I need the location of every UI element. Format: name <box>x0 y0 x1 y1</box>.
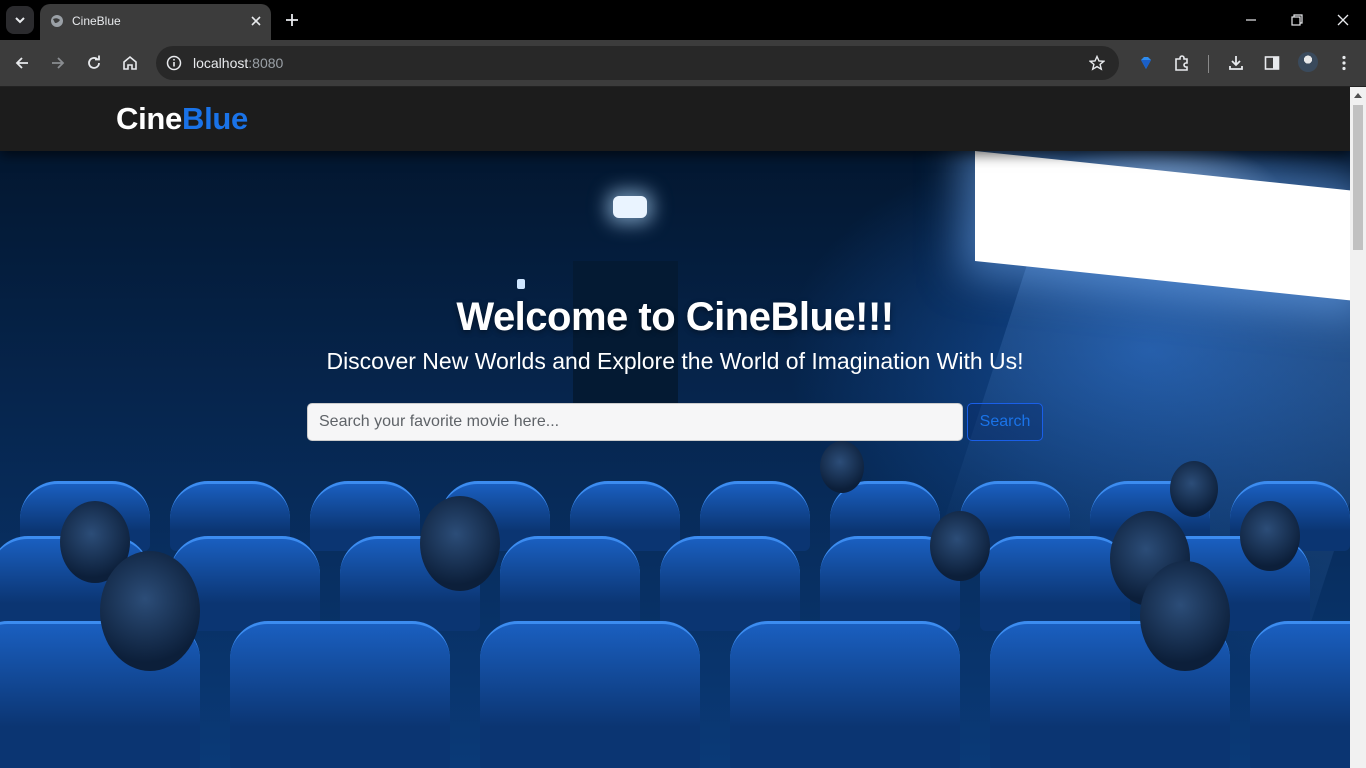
search-button[interactable]: Search <box>967 403 1043 441</box>
browser-toolbar: localhost:8080 <box>0 40 1366 87</box>
search-form: Search <box>307 403 1043 441</box>
globe-icon <box>51 15 63 27</box>
brand-logo[interactable]: CineBlue <box>116 101 248 137</box>
reload-icon <box>88 55 100 69</box>
gem-icon <box>1141 57 1151 69</box>
downloads-button[interactable] <box>1225 52 1247 74</box>
new-tab-button[interactable] <box>282 10 302 30</box>
hero-title: Welcome to CineBlue!!! <box>456 295 894 339</box>
home-icon <box>123 55 137 70</box>
address-bar[interactable]: localhost:8080 <box>156 46 1119 80</box>
forward-arrow-icon <box>52 57 65 69</box>
exit-light <box>517 279 525 289</box>
web-page: CineBlue Welcome to CineBlue!!! Discover… <box>0 87 1350 768</box>
info-icon <box>166 55 182 71</box>
chevron-down-icon <box>15 17 25 24</box>
browser-menu-button[interactable] <box>1333 52 1355 74</box>
close-icon <box>1337 14 1349 26</box>
tab-search-button[interactable] <box>6 6 34 34</box>
back-arrow-icon <box>15 57 28 69</box>
minimize-button[interactable] <box>1241 10 1261 30</box>
site-navbar: CineBlue <box>0 87 1350 151</box>
kebab-menu-icon <box>1342 55 1346 71</box>
scroll-up-button[interactable] <box>1350 87 1366 103</box>
puzzle-icon <box>1175 55 1188 71</box>
side-panel-icon <box>1264 56 1280 70</box>
url-text: localhost:8080 <box>193 55 283 71</box>
brand-part-blue: Blue <box>181 101 248 136</box>
projector-light <box>613 196 647 218</box>
minimize-icon <box>1246 19 1256 21</box>
brand-part-cine: Cine <box>116 101 182 136</box>
plus-icon <box>286 14 298 26</box>
hero-content: Welcome to CineBlue!!! Discover New Worl… <box>0 295 1350 375</box>
scroll-thumb[interactable] <box>1353 105 1363 250</box>
close-window-button[interactable] <box>1333 10 1353 30</box>
tab-title: CineBlue <box>72 14 121 28</box>
movie-search-input[interactable] <box>307 403 963 441</box>
close-icon <box>251 16 261 26</box>
star-icon <box>1089 55 1105 71</box>
triangle-up-icon <box>1354 93 1362 98</box>
page-scrollbar[interactable] <box>1350 87 1366 768</box>
forward-button[interactable] <box>47 52 69 74</box>
extensions-button[interactable] <box>1171 52 1193 74</box>
reload-button[interactable] <box>83 52 105 74</box>
site-info-button[interactable] <box>164 53 184 73</box>
restore-icon <box>1291 14 1303 26</box>
url-port: :8080 <box>248 55 284 71</box>
url-host: localhost <box>193 55 249 71</box>
tab-strip: CineBlue <box>0 0 1366 40</box>
back-button[interactable] <box>11 52 33 74</box>
download-icon <box>1229 56 1243 70</box>
seat-row <box>0 551 1350 768</box>
gem-extension-button[interactable] <box>1135 52 1157 74</box>
restore-button[interactable] <box>1287 10 1307 30</box>
toolbar-separator <box>1208 55 1209 73</box>
home-button[interactable] <box>119 52 141 74</box>
avatar[interactable] <box>1298 52 1318 72</box>
tab-close-button[interactable] <box>247 12 265 30</box>
active-tab[interactable]: CineBlue <box>40 4 271 40</box>
bookmark-button[interactable] <box>1087 53 1107 73</box>
side-panel-button[interactable] <box>1261 52 1283 74</box>
hero-subtitle: Discover New Worlds and Explore the Worl… <box>326 348 1024 374</box>
hero-section: Welcome to CineBlue!!! Discover New Worl… <box>0 151 1350 768</box>
